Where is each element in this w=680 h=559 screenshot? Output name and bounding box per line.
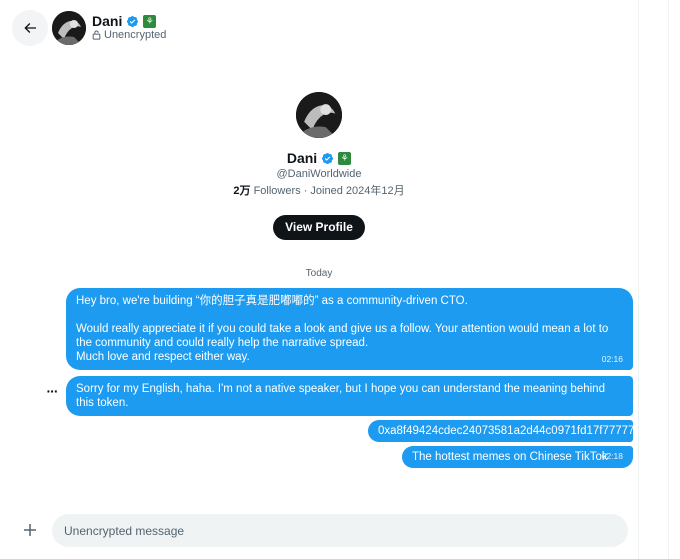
encryption-status-text: Unencrypted <box>104 29 167 41</box>
right-edge-divider <box>668 0 669 559</box>
more-dots-icon[interactable]: ··· <box>44 384 60 402</box>
avatar[interactable] <box>52 11 86 45</box>
profile-name-row: Dani ⚘ <box>0 150 638 166</box>
followers-count: 2万 <box>233 185 251 197</box>
message-bubble[interactable]: Sorry for my English, haha. I'm not a na… <box>66 376 633 416</box>
date-separator: Today <box>305 268 333 279</box>
flag-emoji-icon: ⚘ <box>338 151 352 165</box>
flag-emoji-icon: ⚘ <box>143 14 157 28</box>
profile-card: Dani ⚘ @DaniWorldwide 2万 Followers · Joi… <box>0 92 638 240</box>
conversation-header: Dani ⚘ Unencrypted <box>0 0 638 56</box>
profile-handle: @DaniWorldwide <box>276 168 362 180</box>
verified-badge-icon <box>127 15 139 27</box>
message-time: 02:16 <box>601 354 623 364</box>
message-text: 0xa8f49424cdec24073581a2d44c0971fd17f777… <box>378 425 635 437</box>
followers-joined-text: Followers · Joined 2024年12月 <box>250 185 405 197</box>
message-text: Hey bro, we're building “你的胆子真是肥嘟嘟的” as … <box>76 295 609 363</box>
profile-avatar[interactable] <box>296 92 342 138</box>
view-profile-button[interactable]: View Profile <box>273 215 365 240</box>
message-bubble[interactable]: 0xa8f49424cdec24073581a2d44c0971fd17f777… <box>368 420 635 442</box>
profile-meta: 2万 Followers · Joined 2024年12月 <box>0 182 638 198</box>
message-input[interactable] <box>52 514 628 547</box>
message-text: Sorry for my English, haha. I'm not a na… <box>76 383 609 409</box>
header-name[interactable]: Dani <box>92 13 122 29</box>
verified-badge-icon <box>322 152 334 164</box>
right-divider <box>638 0 639 559</box>
message-bubble[interactable]: Hey bro, we're building “你的胆子真是肥嘟嘟的” as … <box>66 288 633 370</box>
add-attachment-button[interactable] <box>19 519 41 541</box>
message-time: 02:18 <box>601 451 623 461</box>
message-bubble[interactable]: The hottest memes on Chinese TikTok 02:1… <box>402 446 633 468</box>
back-button[interactable] <box>12 10 48 46</box>
encryption-status: Unencrypted <box>92 29 166 41</box>
lock-icon <box>92 30 101 40</box>
message-composer <box>0 505 638 559</box>
plus-icon <box>24 524 36 536</box>
header-name-row: Dani ⚘ <box>92 13 157 29</box>
profile-name: Dani <box>286 150 318 166</box>
message-text: The hottest memes on Chinese TikTok <box>412 451 608 463</box>
arrow-left-icon <box>24 23 36 33</box>
